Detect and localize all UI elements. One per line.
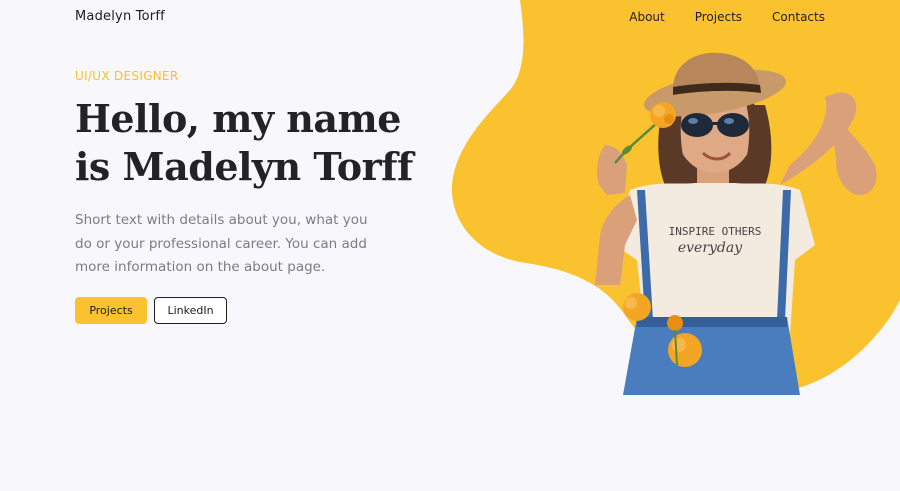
portrait-photo: INSPIRE OTHERS everyday xyxy=(595,52,877,395)
nav-link-projects[interactable]: Projects xyxy=(695,10,742,24)
headline-line-1: Hello, my name xyxy=(75,96,401,141)
site-logo[interactable]: Madelyn Torff xyxy=(75,9,165,24)
shirt-text-top: INSPIRE OTHERS xyxy=(669,225,762,238)
role-eyebrow: UI/UX DESIGNER xyxy=(75,69,179,83)
shirt-text-bottom: everyday xyxy=(678,240,743,256)
headline-line-2: is Madelyn Torff xyxy=(75,144,413,189)
linkedin-button[interactable]: LinkedIn xyxy=(154,297,227,324)
hero-description: Short text with details about you, what … xyxy=(75,212,368,275)
main-nav: About Projects Contacts xyxy=(629,10,825,24)
nav-link-about[interactable]: About xyxy=(629,10,664,24)
projects-button[interactable]: Projects xyxy=(75,297,147,324)
hero-headline: Hello, my name is Madelyn Torff xyxy=(75,95,415,191)
nav-link-contacts[interactable]: Contacts xyxy=(772,10,825,24)
